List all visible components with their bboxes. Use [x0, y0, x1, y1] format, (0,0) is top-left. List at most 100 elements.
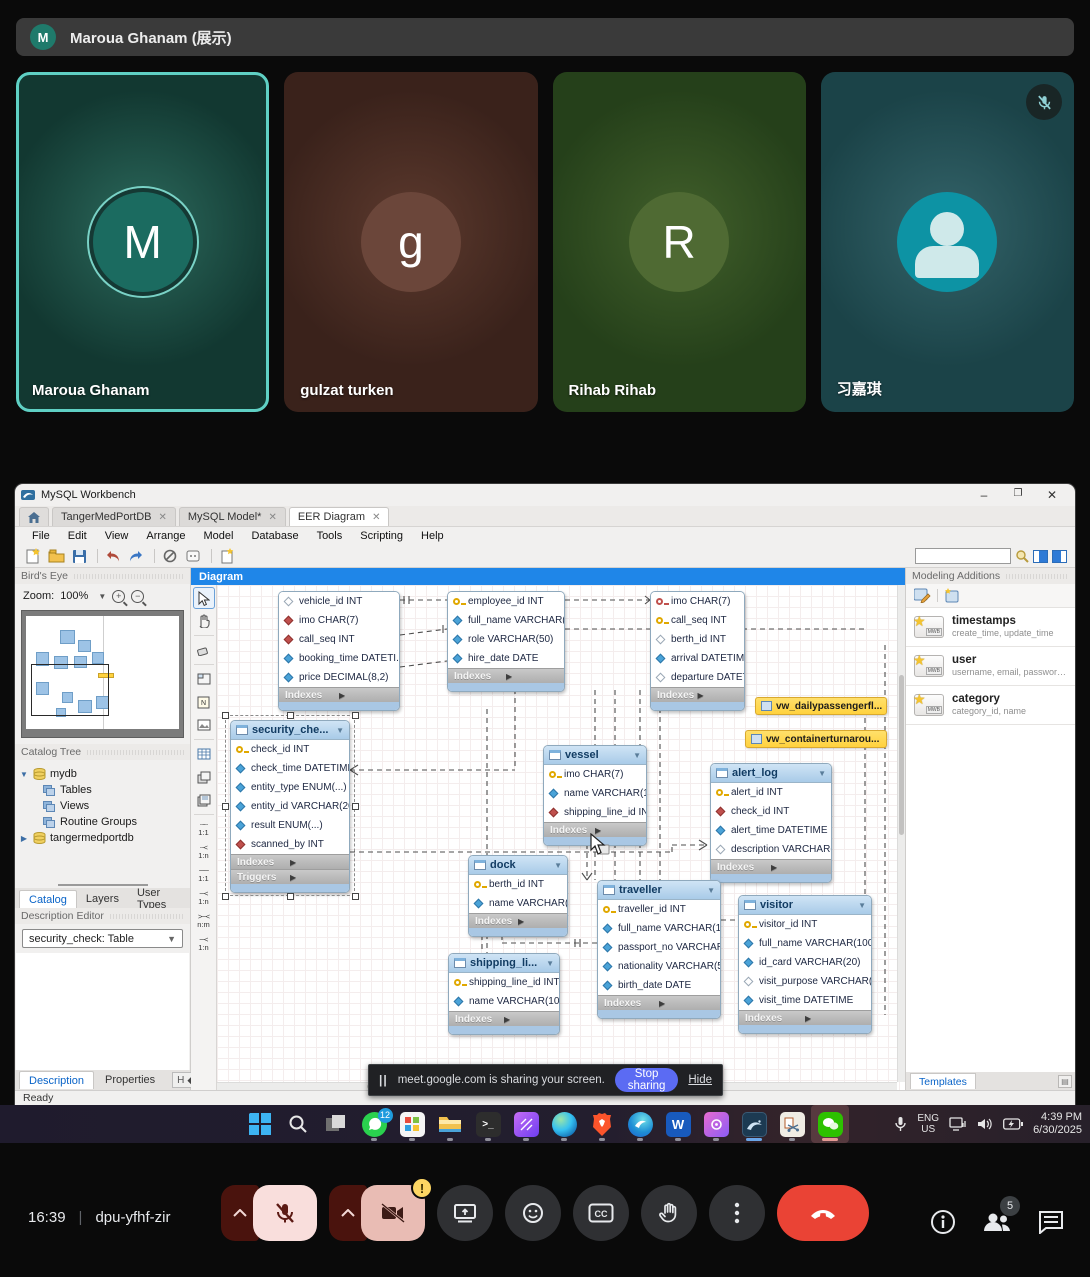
tab-user-types[interactable]: User Types — [128, 890, 190, 908]
hand-tool[interactable] — [193, 610, 215, 632]
catalog-tree-header[interactable]: Catalog Tree — [15, 744, 190, 760]
er-column[interactable]: full_name VARCHAR(100) — [739, 934, 871, 953]
er-column[interactable]: name VARCHAR(100) — [449, 992, 559, 1011]
menu-file[interactable]: File — [23, 530, 59, 542]
tree-node-views[interactable]: Views — [19, 798, 186, 814]
taskbar-file-explorer[interactable] — [431, 1105, 469, 1143]
er-column[interactable]: check_id INT — [231, 740, 349, 759]
er-section-indexes[interactable]: Indexes▶ — [279, 687, 399, 702]
selection-handle[interactable] — [352, 893, 359, 900]
er-column[interactable]: name VARCHAR(100) — [544, 784, 646, 803]
er-column[interactable]: name VARCHAR(50) — [469, 894, 567, 913]
more-options-button[interactable] — [709, 1185, 765, 1241]
er-column[interactable]: imo CHAR(7) — [279, 611, 399, 630]
er-section-indexes[interactable]: Indexes▶ — [231, 854, 349, 869]
taskbar-clock[interactable]: 4:39 PM6/30/2025 — [1033, 1111, 1082, 1137]
tab-properties[interactable]: Properties — [96, 1071, 164, 1089]
close-tab-icon[interactable]: ✕ — [372, 512, 380, 523]
description-object-select[interactable]: security_check: Table▼ — [22, 929, 183, 948]
zoom-value[interactable]: 100% — [60, 590, 88, 602]
er-table-header[interactable]: traveller▼ — [598, 881, 720, 900]
er-column[interactable]: visit_purpose VARCHAR(10... — [739, 972, 871, 991]
collapse-icon[interactable]: ▼ — [554, 861, 562, 870]
maximize-button[interactable]: ❐ — [1001, 488, 1035, 502]
er-table-header[interactable]: vessel▼ — [544, 746, 646, 765]
routine-group-tool[interactable] — [193, 789, 215, 811]
table-tool[interactable] — [193, 743, 215, 765]
menu-model[interactable]: Model — [195, 530, 243, 542]
er-table-vessel[interactable]: vessel▼imo CHAR(7)name VARCHAR(100)shipp… — [543, 745, 647, 846]
toggle-right-panel-icon[interactable] — [1052, 550, 1067, 563]
er-column[interactable]: entity_id VARCHAR(20) — [231, 797, 349, 816]
er-table-alert_log[interactable]: alert_log▼alert_id INTcheck_id INTalert_… — [710, 763, 832, 883]
participant-tile[interactable]: 习嘉琪 — [821, 72, 1074, 412]
er-column[interactable]: vehicle_id INT — [279, 592, 399, 611]
er-table-header[interactable]: alert_log▼ — [711, 764, 831, 783]
er-view[interactable]: vw_containerturnarou... — [745, 730, 887, 748]
language-indicator[interactable]: ENGUS — [917, 1113, 939, 1135]
collapse-icon[interactable]: ▼ — [633, 751, 641, 760]
er-column[interactable]: visit_time DATETIME — [739, 991, 871, 1010]
tree-node-tables[interactable]: Tables — [19, 782, 186, 798]
menu-view[interactable]: View — [96, 530, 138, 542]
cursor-tool[interactable] — [193, 587, 215, 609]
search-icon[interactable] — [1015, 549, 1029, 563]
zoom-dropdown-icon[interactable]: ▼ — [98, 592, 106, 601]
volume-icon[interactable] — [977, 1117, 993, 1131]
stop-sharing-button[interactable]: Stop sharing — [615, 1068, 679, 1092]
er-section-indexes[interactable]: Indexes▶ — [739, 1010, 871, 1025]
er-section-indexes[interactable]: Indexes▶ — [449, 1011, 559, 1026]
er-column[interactable]: result ENUM(...) — [231, 816, 349, 835]
captions-button[interactable]: CC — [573, 1185, 629, 1241]
er-column[interactable]: imo CHAR(7) — [544, 765, 646, 784]
panel-corner-icon[interactable]: ▤ — [1058, 1075, 1072, 1088]
er-column[interactable]: full_name VARCHAR(10... — [448, 611, 564, 630]
taskbar-mysql-workbench[interactable] — [735, 1105, 773, 1143]
tray-microphone-icon[interactable] — [894, 1116, 907, 1132]
er-view[interactable]: vw_dailypassengerfl... — [755, 697, 887, 715]
tab-description[interactable]: Description — [19, 1071, 94, 1089]
selection-handle[interactable] — [287, 712, 294, 719]
collapse-icon[interactable]: ▼ — [336, 726, 344, 735]
er-table-header[interactable]: dock▼ — [469, 856, 567, 875]
er-column[interactable]: check_id INT — [711, 802, 831, 821]
tab-layers[interactable]: Layers — [77, 890, 128, 908]
close-tab-icon[interactable]: ✕ — [159, 512, 167, 523]
new-addition-icon[interactable] — [944, 588, 960, 603]
er-column[interactable]: booking_time DATETI... — [279, 649, 399, 668]
modeling-addition-user[interactable]: ★MWB user username, email, password, ... — [906, 647, 1075, 686]
eraser-tool[interactable] — [193, 639, 215, 661]
menu-tools[interactable]: Tools — [308, 530, 352, 542]
rel-1-n-noniden-tool[interactable]: ┄<1:n — [193, 841, 215, 863]
er-column[interactable]: passport_no VARCHAR(2... — [598, 938, 720, 957]
er-column[interactable]: call_seq INT — [279, 630, 399, 649]
er-table-traveller[interactable]: traveller▼traveller_id INTfull_name VARC… — [597, 880, 721, 1019]
er-table-header[interactable]: shipping_li...▼ — [449, 954, 559, 973]
note-tool[interactable]: N — [193, 691, 215, 713]
battery-icon[interactable] — [1003, 1118, 1023, 1130]
rel-existing-cols-tool[interactable]: ─<1:n — [193, 933, 215, 955]
er-section-indexes[interactable]: Indexes▶ — [598, 995, 720, 1010]
er-column[interactable]: role VARCHAR(50) — [448, 630, 564, 649]
er-table-visitor[interactable]: visitor▼visitor_id INTfull_name VARCHAR(… — [738, 895, 872, 1034]
taskbar-brave[interactable] — [583, 1105, 621, 1143]
no-symbol-icon[interactable] — [160, 548, 180, 565]
er-column[interactable]: description VARCHAR(25... — [711, 840, 831, 859]
participant-tile[interactable]: ggulzat turken — [284, 72, 537, 412]
grid-icon[interactable] — [183, 548, 203, 565]
menu-edit[interactable]: Edit — [59, 530, 96, 542]
birds-eye-minimap[interactable] — [21, 610, 184, 738]
taskbar-whatsapp[interactable]: 12 — [355, 1105, 393, 1143]
collapse-icon[interactable]: ▼ — [858, 901, 866, 910]
er-table-security_check[interactable]: security_che...▼check_id INTcheck_time D… — [230, 720, 350, 893]
tab-mysql-model-[interactable]: MySQL Model*✕ — [179, 507, 286, 526]
er-column[interactable]: shipping_line_id INT — [449, 973, 559, 992]
er-column[interactable]: departure DATETI... — [651, 668, 744, 687]
modeling-additions-header[interactable]: Modeling Additions — [906, 568, 1075, 584]
taskbar-edge[interactable] — [545, 1105, 583, 1143]
er-table-dock[interactable]: dock▼berth_id INTname VARCHAR(50)Indexes… — [468, 855, 568, 937]
er-column[interactable]: scanned_by INT — [231, 835, 349, 854]
new-document-icon[interactable] — [23, 548, 43, 565]
window-titlebar[interactable]: MySQL Workbench – ❐ ✕ — [15, 484, 1075, 506]
reactions-button[interactable] — [505, 1185, 561, 1241]
